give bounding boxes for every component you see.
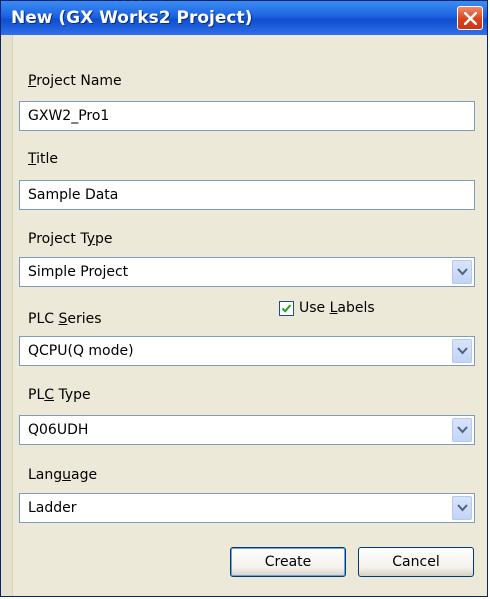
plc-type-value: Q06UDH — [28, 422, 89, 438]
close-icon — [464, 12, 477, 25]
project-type-select[interactable]: Simple Project — [19, 257, 475, 287]
plc-type-label: PLC Type — [28, 387, 91, 403]
left-edge-strip — [1, 35, 13, 596]
project-name-input[interactable]: GXW2_Pro1 — [19, 101, 475, 131]
project-name-label: Project Name — [28, 73, 122, 89]
create-button[interactable]: Create — [230, 547, 346, 577]
project-type-label: Project Type — [28, 231, 113, 247]
use-labels-label: Use Labels — [299, 300, 375, 316]
language-value: Ladder — [28, 500, 77, 516]
title-label: Title — [28, 151, 59, 167]
plc-series-dropdown-button[interactable] — [452, 339, 472, 363]
language-dropdown-button[interactable] — [452, 496, 472, 520]
project-type-dropdown-button[interactable] — [452, 260, 472, 284]
cancel-button[interactable]: Cancel — [358, 547, 474, 577]
new-project-dialog: New (GX Works2 Project) Project Name GXW… — [0, 0, 488, 597]
project-type-value: Simple Project — [28, 264, 129, 280]
dialog-title: New (GX Works2 Project) — [11, 8, 253, 28]
chevron-down-icon — [457, 426, 468, 434]
chevron-down-icon — [457, 347, 468, 355]
plc-series-label: PLC Series — [28, 311, 102, 327]
language-label: Language — [28, 467, 98, 483]
chevron-down-icon — [457, 504, 468, 512]
title-bar[interactable]: New (GX Works2 Project) — [1, 1, 487, 35]
plc-type-select[interactable]: Q06UDH — [19, 415, 475, 445]
chevron-down-icon — [457, 268, 468, 276]
title-input[interactable]: Sample Data — [19, 180, 475, 210]
plc-series-value: QCPU(Q mode) — [28, 343, 134, 359]
close-button[interactable] — [457, 6, 483, 30]
plc-series-select[interactable]: QCPU(Q mode) — [19, 336, 475, 366]
use-labels-checkbox[interactable] — [279, 301, 294, 316]
checkmark-icon — [281, 304, 292, 313]
language-select[interactable]: Ladder — [19, 493, 475, 523]
plc-type-dropdown-button[interactable] — [452, 418, 472, 442]
